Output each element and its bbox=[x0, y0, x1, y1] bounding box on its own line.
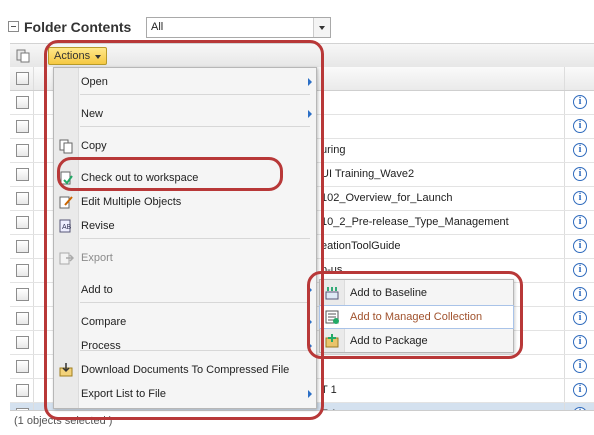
row-name[interactable]: 102_Overview_for_Launch bbox=[321, 192, 452, 204]
row-checkbox[interactable] bbox=[16, 336, 29, 349]
menu-item-copy[interactable]: Copy bbox=[54, 135, 316, 157]
info-icon[interactable]: i bbox=[573, 335, 587, 349]
submenu-item-label: Add to Managed Collection bbox=[350, 311, 483, 323]
row-checkbox[interactable] bbox=[16, 264, 29, 277]
menu-item-label: Add to bbox=[81, 284, 113, 296]
row-name[interactable]: eationToolGuide bbox=[321, 240, 401, 252]
menu-separator bbox=[80, 238, 310, 239]
menu-separator bbox=[80, 94, 310, 95]
edit-multiple-icon bbox=[59, 196, 73, 209]
collapse-icon[interactable] bbox=[8, 21, 19, 32]
submenu-item-add-to-package[interactable]: Add to Package bbox=[320, 330, 513, 352]
download-icon bbox=[59, 363, 73, 377]
row-checkbox[interactable] bbox=[16, 96, 29, 109]
menu-item-open[interactable]: Open bbox=[54, 71, 316, 93]
menu-item-label: Edit Multiple Objects bbox=[81, 196, 182, 208]
submenu-item-label: Add to Package bbox=[350, 335, 428, 347]
revise-icon: AB bbox=[59, 219, 72, 233]
row-name[interactable]: T 1 bbox=[321, 384, 337, 396]
submenu-arrow-icon bbox=[308, 318, 312, 326]
row-checkbox[interactable] bbox=[16, 384, 29, 397]
toolbar: Actions bbox=[10, 43, 594, 69]
menu-separator bbox=[80, 350, 310, 351]
chevron-down-icon[interactable] bbox=[313, 18, 330, 37]
menu-item-process[interactable]: Process bbox=[54, 335, 316, 357]
menu-item-add-to[interactable]: Add to bbox=[54, 279, 316, 301]
menu-item-revise[interactable]: AB Revise bbox=[54, 215, 316, 237]
submenu-arrow-icon bbox=[308, 390, 312, 398]
row-name[interactable]: p-us bbox=[321, 264, 342, 276]
view-select-value: All bbox=[151, 21, 164, 33]
submenu-arrow-icon bbox=[308, 110, 312, 118]
menu-separator bbox=[80, 302, 310, 303]
info-icon[interactable]: i bbox=[573, 287, 587, 301]
info-icon[interactable]: i bbox=[573, 215, 587, 229]
menu-item-download-documents-to-compressed-file[interactable]: Download Documents To Compressed File bbox=[54, 359, 316, 381]
info-icon[interactable]: i bbox=[573, 383, 587, 397]
submenu-arrow-icon bbox=[308, 286, 312, 294]
managed-collection-icon bbox=[325, 310, 339, 324]
select-all-checkbox[interactable] bbox=[16, 72, 29, 85]
svg-text:AB: AB bbox=[62, 224, 72, 231]
submenu-item-label: Add to Baseline bbox=[350, 287, 428, 299]
info-icon[interactable]: i bbox=[573, 239, 587, 253]
menu-item-export-list-to-file[interactable]: Export List to File bbox=[54, 383, 316, 405]
actions-menu: Open New Copy Check out to workspace Edit Mu… bbox=[53, 67, 317, 409]
submenu-arrow-icon bbox=[308, 78, 312, 86]
row-checkbox[interactable] bbox=[16, 288, 29, 301]
row-name[interactable]: uring bbox=[321, 144, 345, 156]
row-checkbox[interactable] bbox=[16, 168, 29, 181]
menu-item-label: Copy bbox=[81, 140, 107, 152]
paste-icon[interactable] bbox=[16, 48, 30, 63]
row-name[interactable]: UI Training_Wave2 bbox=[321, 168, 414, 180]
submenu-item-add-to-baseline[interactable]: Add to Baseline bbox=[320, 282, 513, 304]
menu-item-export[interactable]: Export bbox=[54, 247, 316, 269]
row-checkbox[interactable] bbox=[16, 120, 29, 133]
info-icon[interactable]: i bbox=[573, 95, 587, 109]
info-icon[interactable]: i bbox=[573, 263, 587, 277]
selection-status: (1 objects selected ) bbox=[14, 415, 113, 427]
menu-item-label: Check out to workspace bbox=[81, 172, 199, 184]
row-name[interactable]: 10_2_Pre-release_Type_Management bbox=[321, 216, 509, 228]
actions-button[interactable]: Actions bbox=[48, 47, 108, 65]
row-checkbox[interactable] bbox=[16, 312, 29, 325]
menu-item-label: Export bbox=[81, 252, 113, 264]
menu-item-label: Export List to File bbox=[81, 388, 166, 400]
submenu-arrow-icon bbox=[308, 342, 312, 350]
menu-separator bbox=[80, 126, 310, 127]
row-checkbox[interactable] bbox=[16, 360, 29, 373]
info-icon[interactable]: i bbox=[573, 191, 587, 205]
menu-item-edit-multiple-objects[interactable]: Edit Multiple Objects bbox=[54, 191, 316, 213]
view-select[interactable]: All bbox=[146, 17, 331, 38]
status-bar: (1 objects selected ) bbox=[10, 410, 594, 435]
info-icon[interactable]: i bbox=[573, 359, 587, 373]
copy-icon bbox=[59, 139, 73, 154]
checkout-icon bbox=[60, 171, 73, 185]
info-icon[interactable]: i bbox=[573, 311, 587, 325]
info-icon[interactable]: i bbox=[573, 143, 587, 157]
export-icon bbox=[59, 252, 74, 265]
row-checkbox[interactable] bbox=[16, 216, 29, 229]
menu-item-new[interactable]: New bbox=[54, 103, 316, 125]
menu-item-check-out-to-workspace[interactable]: Check out to workspace bbox=[54, 167, 316, 189]
submenu-item-add-to-managed-collection[interactable]: Add to Managed Collection bbox=[319, 305, 514, 329]
row-checkbox[interactable] bbox=[16, 192, 29, 205]
add-to-submenu: Add to Baseline Add to Managed Collection… bbox=[319, 279, 514, 353]
menu-item-label: Download Documents To Compressed File bbox=[81, 364, 290, 376]
package-icon bbox=[325, 334, 339, 348]
row-checkbox[interactable] bbox=[16, 144, 29, 157]
row-checkbox[interactable] bbox=[16, 240, 29, 253]
menu-item-label: Revise bbox=[81, 220, 115, 232]
menu-item-compare[interactable]: Compare bbox=[54, 311, 316, 333]
info-icon[interactable]: i bbox=[573, 119, 587, 133]
menu-item-label: Open bbox=[81, 76, 108, 88]
folder-contents-header: Folder Contents All bbox=[0, 0, 594, 42]
page-title: Folder Contents bbox=[24, 19, 132, 35]
menu-item-label: New bbox=[81, 108, 104, 120]
baseline-icon bbox=[325, 287, 339, 300]
info-icon[interactable]: i bbox=[573, 167, 587, 181]
menu-item-label: Compare bbox=[81, 316, 127, 328]
